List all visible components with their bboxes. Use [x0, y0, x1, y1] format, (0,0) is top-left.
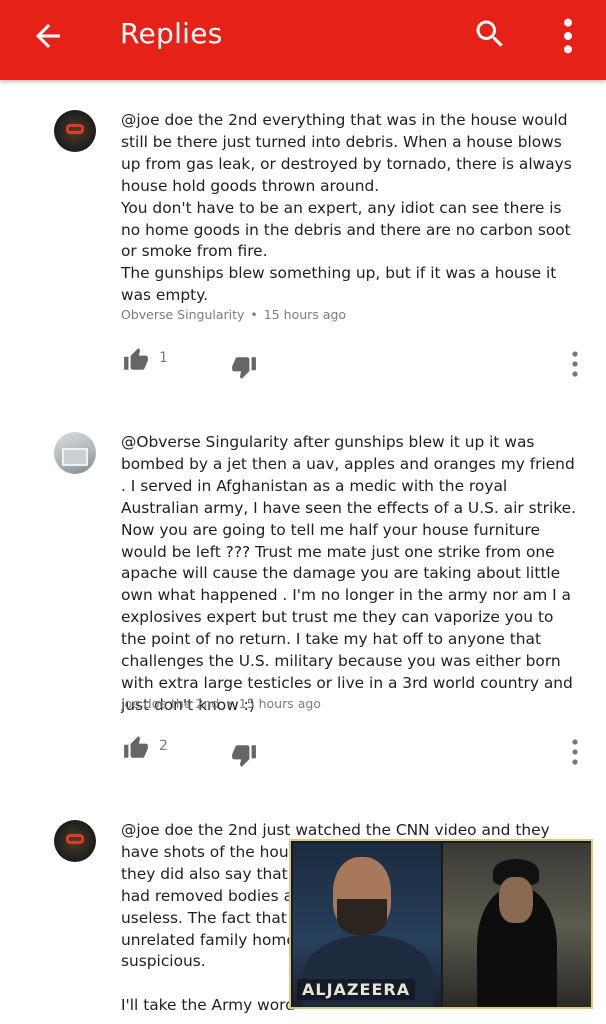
channel-logo: ALJAZEERA	[297, 979, 416, 1000]
arrow-back-icon[interactable]	[30, 18, 66, 54]
comment-author[interactable]: joe doe the 2nd	[121, 696, 219, 711]
comment-more-icon[interactable]	[567, 737, 583, 767]
app-bar: Replies	[0, 0, 606, 80]
comment-paragraph: @joe doe the 2nd everything that was in …	[121, 111, 572, 195]
search-icon[interactable]	[472, 16, 508, 52]
comment-author[interactable]: Obverse Singularity	[121, 307, 244, 322]
comment-meta: Obverse Singularity • 15 hours ago	[121, 307, 346, 322]
comment-paragraph: You don't have to be an expert, any idio…	[121, 198, 571, 261]
thumbs-down-icon[interactable]	[230, 354, 258, 380]
thumbs-down-icon[interactable]	[230, 742, 258, 768]
video-figure	[337, 899, 387, 935]
like-count: 1	[159, 350, 168, 366]
avatar[interactable]	[54, 432, 96, 474]
comment-time: 15 hours ago	[263, 307, 347, 322]
thumbs-up-icon[interactable]	[122, 347, 150, 373]
comment-paragraph: @Obverse Singularity after gunships blew…	[121, 433, 576, 714]
comment-text: @Obverse Singularity after gunships blew…	[121, 432, 577, 717]
comment-more-icon[interactable]	[567, 349, 583, 379]
more-vert-icon[interactable]	[554, 16, 582, 56]
separator-dot: •	[225, 696, 233, 711]
comment-paragraph: The gunships blew something up, but if i…	[121, 264, 557, 305]
video-overlay[interactable]: ALJAZEERA	[289, 839, 593, 1009]
comment-time: 15 hours ago	[238, 696, 321, 711]
avatar[interactable]	[54, 820, 96, 862]
video-frame-right	[443, 843, 591, 1007]
thumbs-up-icon[interactable]	[122, 735, 150, 761]
video-figure	[499, 877, 533, 923]
page-title: Replies	[120, 17, 223, 50]
comment-text: @joe doe the 2nd everything that was in …	[121, 110, 577, 307]
avatar[interactable]	[54, 110, 96, 152]
separator-dot: •	[250, 307, 258, 322]
like-count: 2	[159, 738, 168, 754]
comment-meta: joe doe the 2nd • 15 hours ago	[121, 696, 321, 711]
